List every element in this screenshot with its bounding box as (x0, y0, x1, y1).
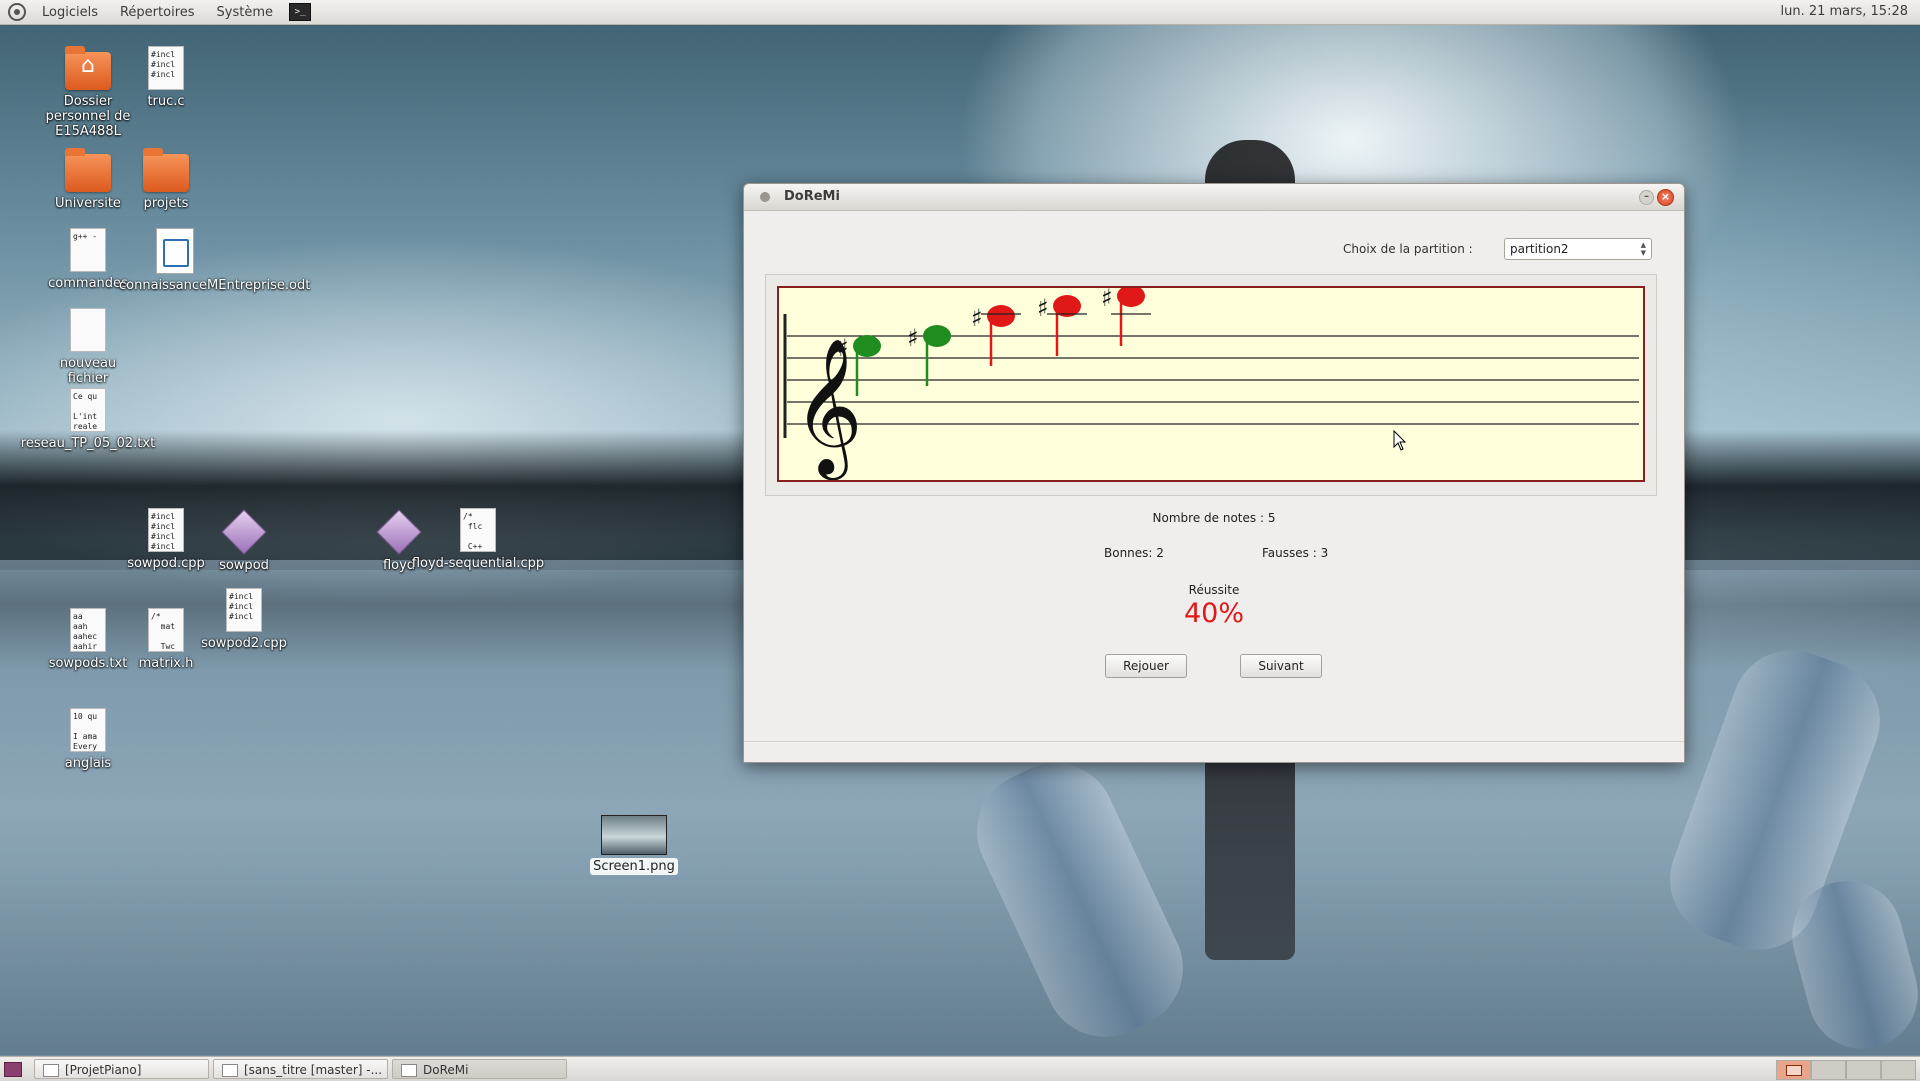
desktop-icon-truc-c[interactable]: #incl #incl #incl truc.c (119, 46, 213, 109)
folder-window-icon (43, 1064, 59, 1077)
panel-clock[interactable]: lun. 21 mars, 15:28 (1780, 4, 1908, 19)
source-file-icon: /* mat Twc (148, 608, 184, 652)
note-head (987, 305, 1015, 327)
desktop-icon-anglais[interactable]: 10 qu I ama Every anglais (41, 708, 135, 771)
desktop-icon-reseau[interactable]: Ce qu L'int reale reseau_TP_05_02.txt (18, 388, 158, 451)
doremi-window: DoReMi – × Choix de la partition : parti… (743, 183, 1685, 763)
source-file-icon: #incl #incl #incl (226, 588, 262, 632)
desktop-icon-label: Screen1.png (590, 858, 678, 875)
bottom-panel: [ProjetPiano] [sans_titre [master] -... … (0, 1056, 1920, 1081)
show-desktop-icon[interactable] (4, 1062, 22, 1077)
staff-frame: 𝄞 ♯ ♯ ♯ ♯ ♯ (765, 274, 1657, 496)
desktop-icon-label: anglais (64, 756, 112, 771)
desktop-icon-nouveau-fichier[interactable]: nouveau fichier (41, 308, 135, 386)
note-head (853, 335, 881, 357)
desktop-icon-label: sowpod2.cpp (201, 636, 287, 651)
sharp-icon: ♯ (1037, 294, 1049, 322)
app-window-icon (401, 1064, 417, 1077)
menu-places[interactable]: Répertoires (114, 5, 201, 20)
desktop-icon-sowpod2-cpp[interactable]: #incl #incl #incl sowpod2.cpp (197, 588, 291, 651)
note-head (923, 325, 951, 347)
ubuntu-logo-icon[interactable] (8, 3, 26, 21)
treble-clef-icon: 𝄞 (793, 336, 863, 480)
text-file-icon: 10 qu I ama Every (70, 708, 106, 752)
text-file-icon: aa aah aahec aahir (70, 608, 106, 652)
good-count: Bonnes: 2 (1104, 546, 1164, 560)
desktop-icon-label: Dossier personnel de E15A488L (45, 94, 131, 139)
desktop-icon-label: matrix.h (138, 656, 194, 671)
desktop-icon-label: projets (143, 196, 189, 211)
executable-icon (221, 509, 267, 555)
sharp-icon: ♯ (837, 334, 849, 362)
window-title: DoReMi (784, 189, 840, 204)
desktop-icon-projets[interactable]: projets (119, 148, 213, 211)
text-file-icon: Ce qu L'int reale (70, 388, 106, 432)
status-bar (744, 741, 1684, 742)
desktop-icon-odt[interactable]: connaissanceMEntreprise.odt (119, 228, 310, 293)
sharp-icon: ♯ (1101, 288, 1113, 312)
window-menu-icon[interactable] (760, 192, 770, 202)
terminal-launcher-icon[interactable]: >_ (289, 3, 312, 21)
desktop-icon-label: Universite (55, 196, 121, 211)
workspace-3[interactable] (1846, 1060, 1881, 1080)
top-panel: Logiciels Répertoires Système >_ lun. 21… (0, 0, 1920, 25)
desktop-icon-label: reseau_TP_05_02.txt (20, 436, 156, 451)
close-icon[interactable]: × (1657, 189, 1674, 206)
window-titlebar[interactable]: DoReMi – × (744, 184, 1684, 211)
mouse-cursor-icon (1393, 430, 1407, 451)
minimize-icon[interactable]: – (1639, 190, 1654, 205)
staff-note: ♯ (971, 304, 1021, 366)
staff-note: ♯ (1037, 294, 1087, 356)
home-folder-icon (65, 46, 111, 90)
replay-button[interactable]: Rejouer (1105, 654, 1187, 678)
desktop-icon-label: truc.c (147, 94, 185, 109)
sharp-icon: ♯ (907, 324, 919, 352)
success-label: Réussite (1188, 583, 1240, 597)
source-file-icon: /* flc C++ (460, 508, 496, 552)
staff-note: ♯ (1101, 288, 1151, 346)
desktop-icon-label: sowpods.txt (48, 656, 128, 671)
partition-select[interactable]: partition2 ▲ ▼ (1504, 238, 1652, 260)
menu-applications[interactable]: Logiciels (36, 5, 104, 20)
folder-icon (65, 148, 111, 192)
desktop-icon-label: floyd-sequential.cpp (411, 556, 545, 571)
notes-count: Nombre de notes : 5 (1152, 511, 1276, 525)
taskbar-item-label: [ProjetPiano] (65, 1063, 142, 1077)
desktop-icon-label: connaissanceMEntreprise.odt (119, 278, 311, 293)
desktop-icon-label: sowpod (219, 558, 269, 573)
bad-count: Fausses : 3 (1262, 546, 1329, 560)
staff-note: ♯ (907, 324, 951, 386)
desktop-icon-label: nouveau fichier (59, 356, 117, 386)
workspace-1[interactable] (1776, 1060, 1811, 1080)
taskbar-item-label: DoReMi (423, 1063, 469, 1077)
taskbar-item-sans-titre[interactable]: [sans_titre [master] -... (213, 1059, 388, 1079)
partition-select-value: partition2 (1510, 242, 1569, 256)
workspace-2[interactable] (1811, 1060, 1846, 1080)
success-value: 40% (1183, 598, 1244, 629)
writer-document-icon (156, 228, 194, 274)
desktop-icon-floyd-sequential[interactable]: /* flc C++ floyd-sequential.cpp (408, 508, 548, 571)
script-file-icon: g++ - (70, 228, 106, 272)
next-button[interactable]: Suivant (1240, 654, 1322, 678)
taskbar-item-projetpiano[interactable]: [ProjetPiano] (34, 1059, 209, 1079)
editor-window-icon (222, 1064, 238, 1077)
folder-icon (143, 148, 189, 192)
partition-choice-label: Choix de la partition : (1343, 242, 1473, 256)
desktop-icon-sowpod[interactable]: sowpod (197, 508, 291, 573)
desktop-icon-screen1-png[interactable]: Screen1.png (587, 815, 681, 875)
staff-svg: 𝄞 ♯ ♯ ♯ ♯ ♯ (783, 288, 1639, 480)
sharp-icon: ♯ (971, 304, 983, 332)
menu-system[interactable]: Système (211, 5, 279, 20)
taskbar-item-label: [sans_titre [master] -... (244, 1063, 383, 1077)
updown-arrows-icon: ▲ ▼ (1640, 241, 1646, 257)
desktop-icon-label: sowpod.cpp (127, 556, 205, 571)
workspace-4[interactable] (1881, 1060, 1916, 1080)
text-file-icon (70, 308, 106, 352)
music-staff[interactable]: 𝄞 ♯ ♯ ♯ ♯ ♯ (777, 286, 1645, 482)
taskbar-item-doremi[interactable]: DoReMi (392, 1059, 567, 1079)
source-file-icon: #incl #incl #incl #incl (148, 508, 184, 552)
source-file-icon: #incl #incl #incl (148, 46, 184, 90)
desktop-icon-label: commandes (48, 276, 128, 291)
image-thumbnail-icon (601, 815, 667, 855)
